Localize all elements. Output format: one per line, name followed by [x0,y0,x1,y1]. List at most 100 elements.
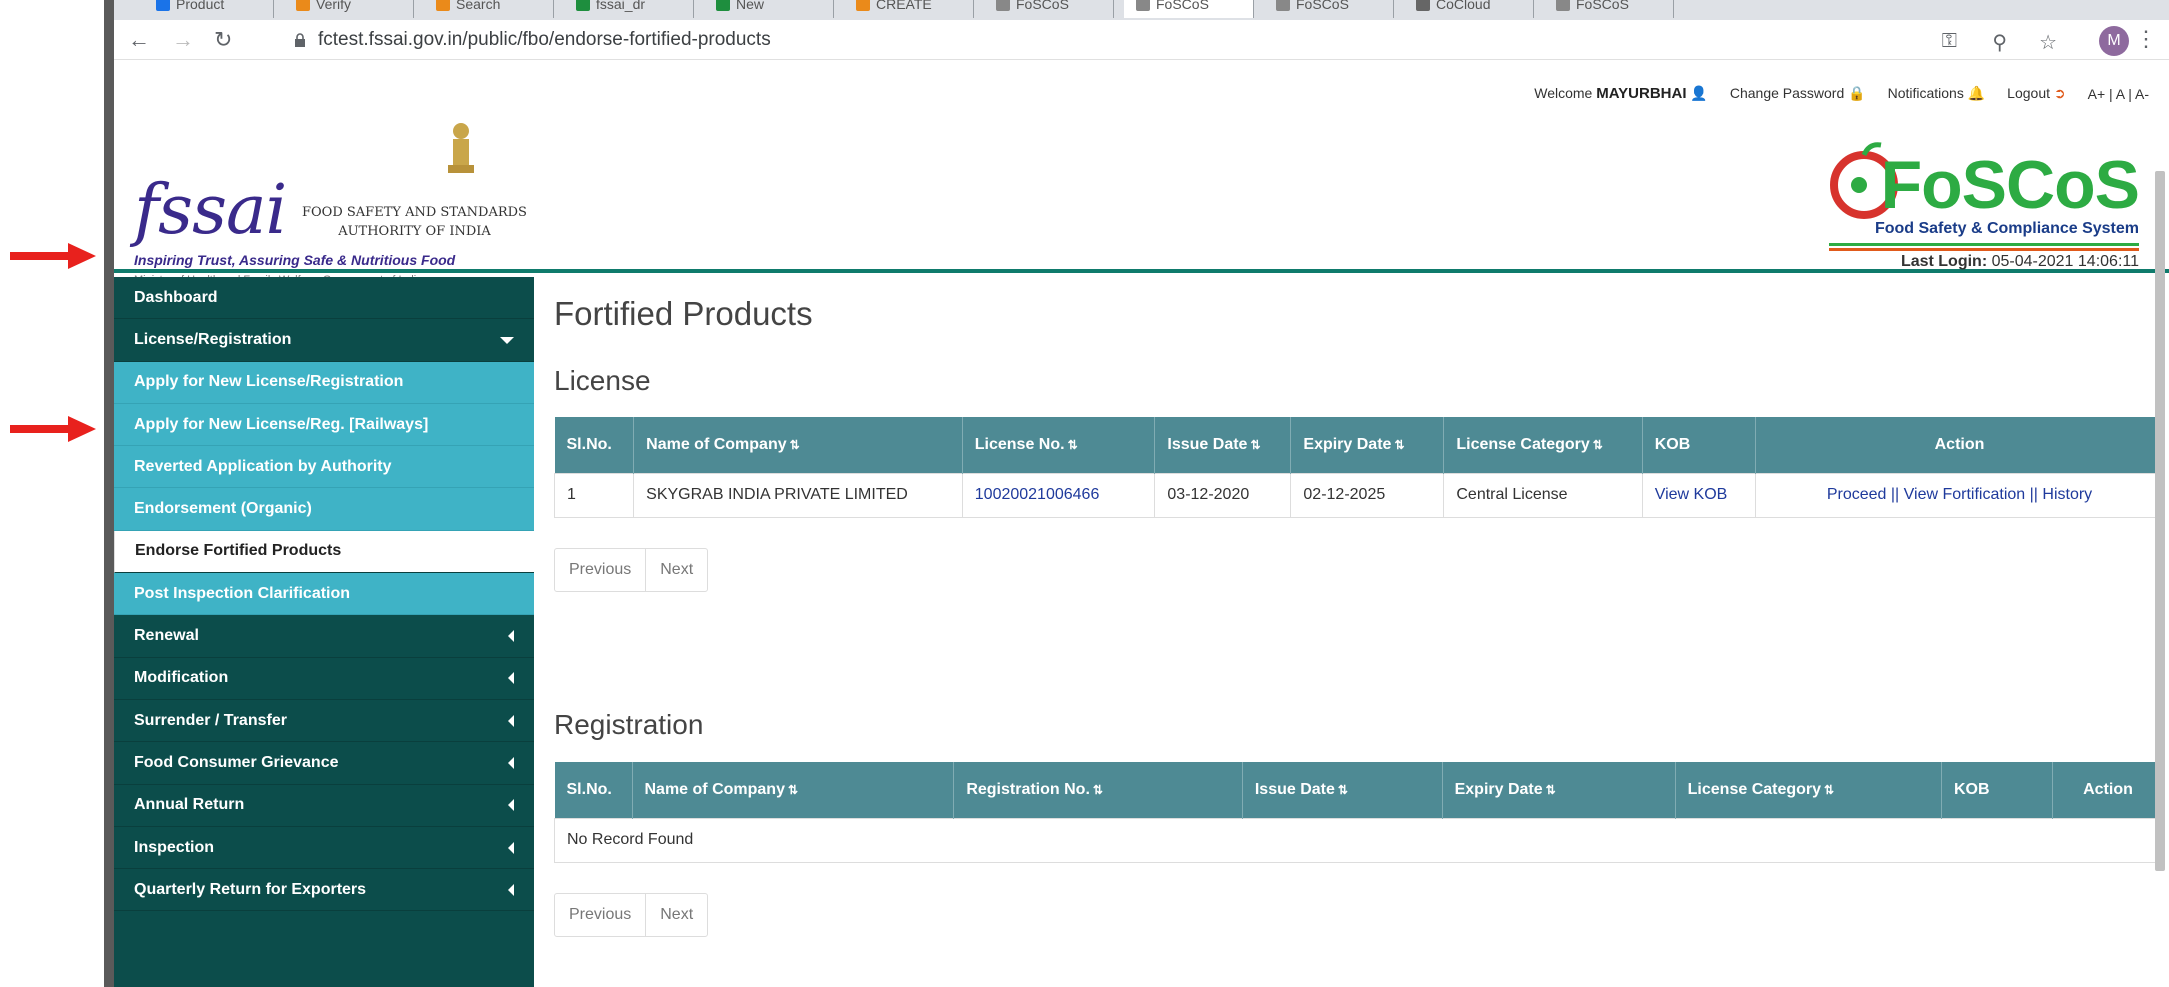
annotation-arrow-endorse [10,416,96,442]
sidebar-item-label: Inspection [134,838,215,856]
sidebar-item[interactable]: Apply for New License/Reg. [Railways] [114,403,534,447]
history-link[interactable]: History [2042,486,2092,503]
browser-tab[interactable]: FoSCoS [1544,0,1674,18]
sidebar-item[interactable]: Renewal [114,615,534,658]
tab-favicon-icon [996,0,1010,11]
sidebar-item[interactable]: Quarterly Return for Exporters [114,869,534,912]
caret-left-icon [508,799,514,812]
sidebar-item[interactable]: Apply for New License/Registration [114,361,534,404]
tab-label: New [736,0,765,12]
page-title: Fortified Products [554,295,813,332]
browser-toolbar: ← → ↻ fctest.fssai.gov.in/public/fbo/end… [114,20,2169,60]
sort-icon: ⇅ [1545,782,1556,797]
caret-left-icon [508,841,514,854]
column-header[interactable]: License Category ⇅ [1675,762,1943,818]
sidebar-item[interactable]: Endorse Fortified Products [114,530,534,574]
reload-icon[interactable]: ↻ [214,28,232,52]
sidebar-item[interactable]: Surrender / Transfer [114,700,534,743]
sidebar-item[interactable]: Annual Return [114,785,534,827]
column-header: Sl.No. [554,417,635,473]
browser-tab[interactable]: Search [424,0,554,18]
tab-label: Search [456,0,501,12]
sidebar-item[interactable]: Food Consumer Grievance [114,742,534,785]
notifications-link[interactable]: Notifications 🔔 [1888,85,1986,102]
browser-tab[interactable]: New [704,0,834,18]
fssai-wordmark: fssai [134,171,287,250]
column-header[interactable]: Registration No. ⇅ [953,762,1243,818]
tab-label: Verify [316,0,352,12]
bookmark-star-icon[interactable]: ☆ [2039,30,2057,55]
tab-favicon-icon [1556,0,1570,11]
sort-icon: ⇅ [1592,437,1603,452]
browser-menu-icon[interactable]: ⋮ [2135,26,2157,52]
cell-company: SKYGRAB INDIA PRIVATE LIMITED [633,472,963,518]
license-previous-button[interactable]: Previous [555,549,647,591]
registration-section-title: Registration [554,709,704,740]
license-number-link[interactable]: 10020021006466 [975,486,1100,503]
annotation-margin [0,0,104,987]
sort-icon: ⇅ [1250,437,1261,452]
sort-icon: ⇅ [1337,782,1348,797]
tab-favicon-icon [1416,0,1430,11]
column-header: Sl.No. [554,762,633,818]
view-fortification-link[interactable]: View Fortification [1904,486,2026,503]
fssai-logo[interactable]: fssai FOOD SAFETY AND STANDARDS AUTHORIT… [134,111,614,286]
browser-tab[interactable]: FoSCoS [984,0,1114,18]
cell-action: Proceed || View Fortification || History [1755,472,2164,518]
font-size-controls[interactable]: A+ | A | A- [2088,86,2149,102]
sidebar-item[interactable]: Endorsement (Organic) [114,488,534,531]
sidebar-item[interactable]: Modification [114,658,534,700]
table-row: 1 SKYGRAB INDIA PRIVATE LIMITED 10020021… [553,472,2164,518]
view-kob-link[interactable]: View KOB [1655,486,1728,503]
registration-pagination: Previous Next [554,893,709,937]
registration-previous-button[interactable]: Previous [555,894,647,936]
logout-link[interactable]: Logout ➲ [2007,85,2065,102]
address-bar[interactable]: fctest.fssai.gov.in/public/fbo/endorse-f… [294,25,2169,55]
browser-tab[interactable]: FoSCoS [1124,0,1254,18]
proceed-link[interactable]: Proceed [1827,486,1887,503]
sidebar-item-label: Annual Return [134,796,245,814]
key-icon[interactable]: ⚿ [1942,30,1957,53]
column-header[interactable]: Issue Date ⇅ [1154,417,1292,473]
column-header[interactable]: Expiry Date ⇅ [1442,762,1676,818]
sidebar-item[interactable]: Inspection [114,827,534,870]
registration-next-button[interactable]: Next [646,894,707,936]
sidebar-item[interactable]: Reverted Application by Authority [114,446,534,489]
browser-tab[interactable]: Product [144,0,274,18]
browser-tab[interactable]: Verify [284,0,414,18]
tab-label: CoCloud [1436,0,1491,12]
user-icon: 👤 [1690,85,1708,101]
tab-label: FoSCoS [1576,0,1629,12]
tab-favicon-icon [1276,0,1290,11]
license-next-button[interactable]: Next [646,549,707,591]
change-password-link[interactable]: Change Password 🔒 [1730,85,1866,102]
sidebar-item[interactable]: Dashboard [114,277,534,320]
fssai-tagline: Inspiring Trust, Assuring Safe & Nutriti… [134,252,456,268]
table-row: No Record Found [554,817,2164,863]
sidebar-item[interactable]: License/Registration [114,319,534,362]
profile-avatar[interactable]: M [2099,26,2129,56]
sidebar-item[interactable]: Post Inspection Clarification [114,573,534,616]
tab-label: CREATE [876,0,932,12]
column-header[interactable]: License No. ⇅ [962,417,1156,473]
browser-tab[interactable]: fssai_dr [564,0,694,18]
foscos-logo[interactable]: FoSCoS Food Safety & Compliance System [1809,111,2140,271]
cell-expiry-date: 02-12-2025 [1290,472,1445,518]
column-header[interactable]: Name of Company ⇅ [632,762,955,818]
column-header[interactable]: License Category ⇅ [1443,417,1643,473]
column-header[interactable]: Name of Company ⇅ [633,417,963,473]
page-scrollbar[interactable] [2155,171,2165,871]
browser-tab[interactable]: CREATE [844,0,974,18]
column-header[interactable]: Issue Date ⇅ [1242,762,1443,818]
tab-favicon-icon [156,0,170,11]
forward-icon[interactable]: → [172,28,194,52]
back-icon[interactable]: ← [128,28,150,52]
column-header[interactable]: Expiry Date ⇅ [1290,417,1445,473]
browser-tab[interactable]: FoSCoS [1264,0,1394,18]
browser-tab[interactable]: CoCloud [1404,0,1534,18]
column-header-label: Sl.No. [566,780,612,798]
cell-sl-no: 1 [553,472,635,518]
sidebar-item-label: Surrender / Transfer [134,711,287,729]
cell-license-no: 10020021006466 [961,472,1156,518]
zoom-icon[interactable]: ⚲ [1992,30,2007,55]
